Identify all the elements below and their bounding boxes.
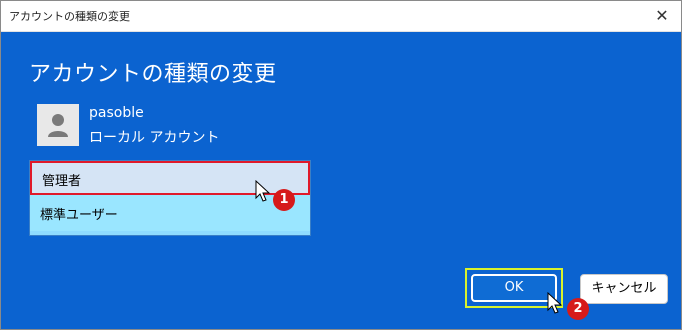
option-label: 管理者 [42,174,82,189]
step-marker-2: 2 [567,298,589,320]
ok-button[interactable]: OK [471,274,557,302]
page-title: アカウントの種類の変更 [29,62,277,87]
mouse-pointer-icon [255,180,271,202]
option-label: 標準ユーザー [40,208,118,223]
window-title: アカウントの種類の変更 [9,10,130,23]
dialog-panel: アカウントの種類の変更 pasoble ローカル アカウント 管理者 標準ユーザ… [1,32,681,329]
user-avatar-icon [37,104,79,146]
username: pasoble [89,105,144,121]
close-icon[interactable]: ✕ [645,1,679,31]
mouse-pointer-icon [547,292,563,314]
change-account-type-window: アカウントの種類の変更 ✕ アカウントの種類の変更 pasoble ローカル ア… [0,0,682,330]
cancel-button[interactable]: キャンセル [580,274,668,304]
account-type-label: ローカル アカウント [89,130,220,146]
title-bar: アカウントの種類の変更 ✕ [1,1,681,32]
step-marker-1: 1 [273,189,295,211]
